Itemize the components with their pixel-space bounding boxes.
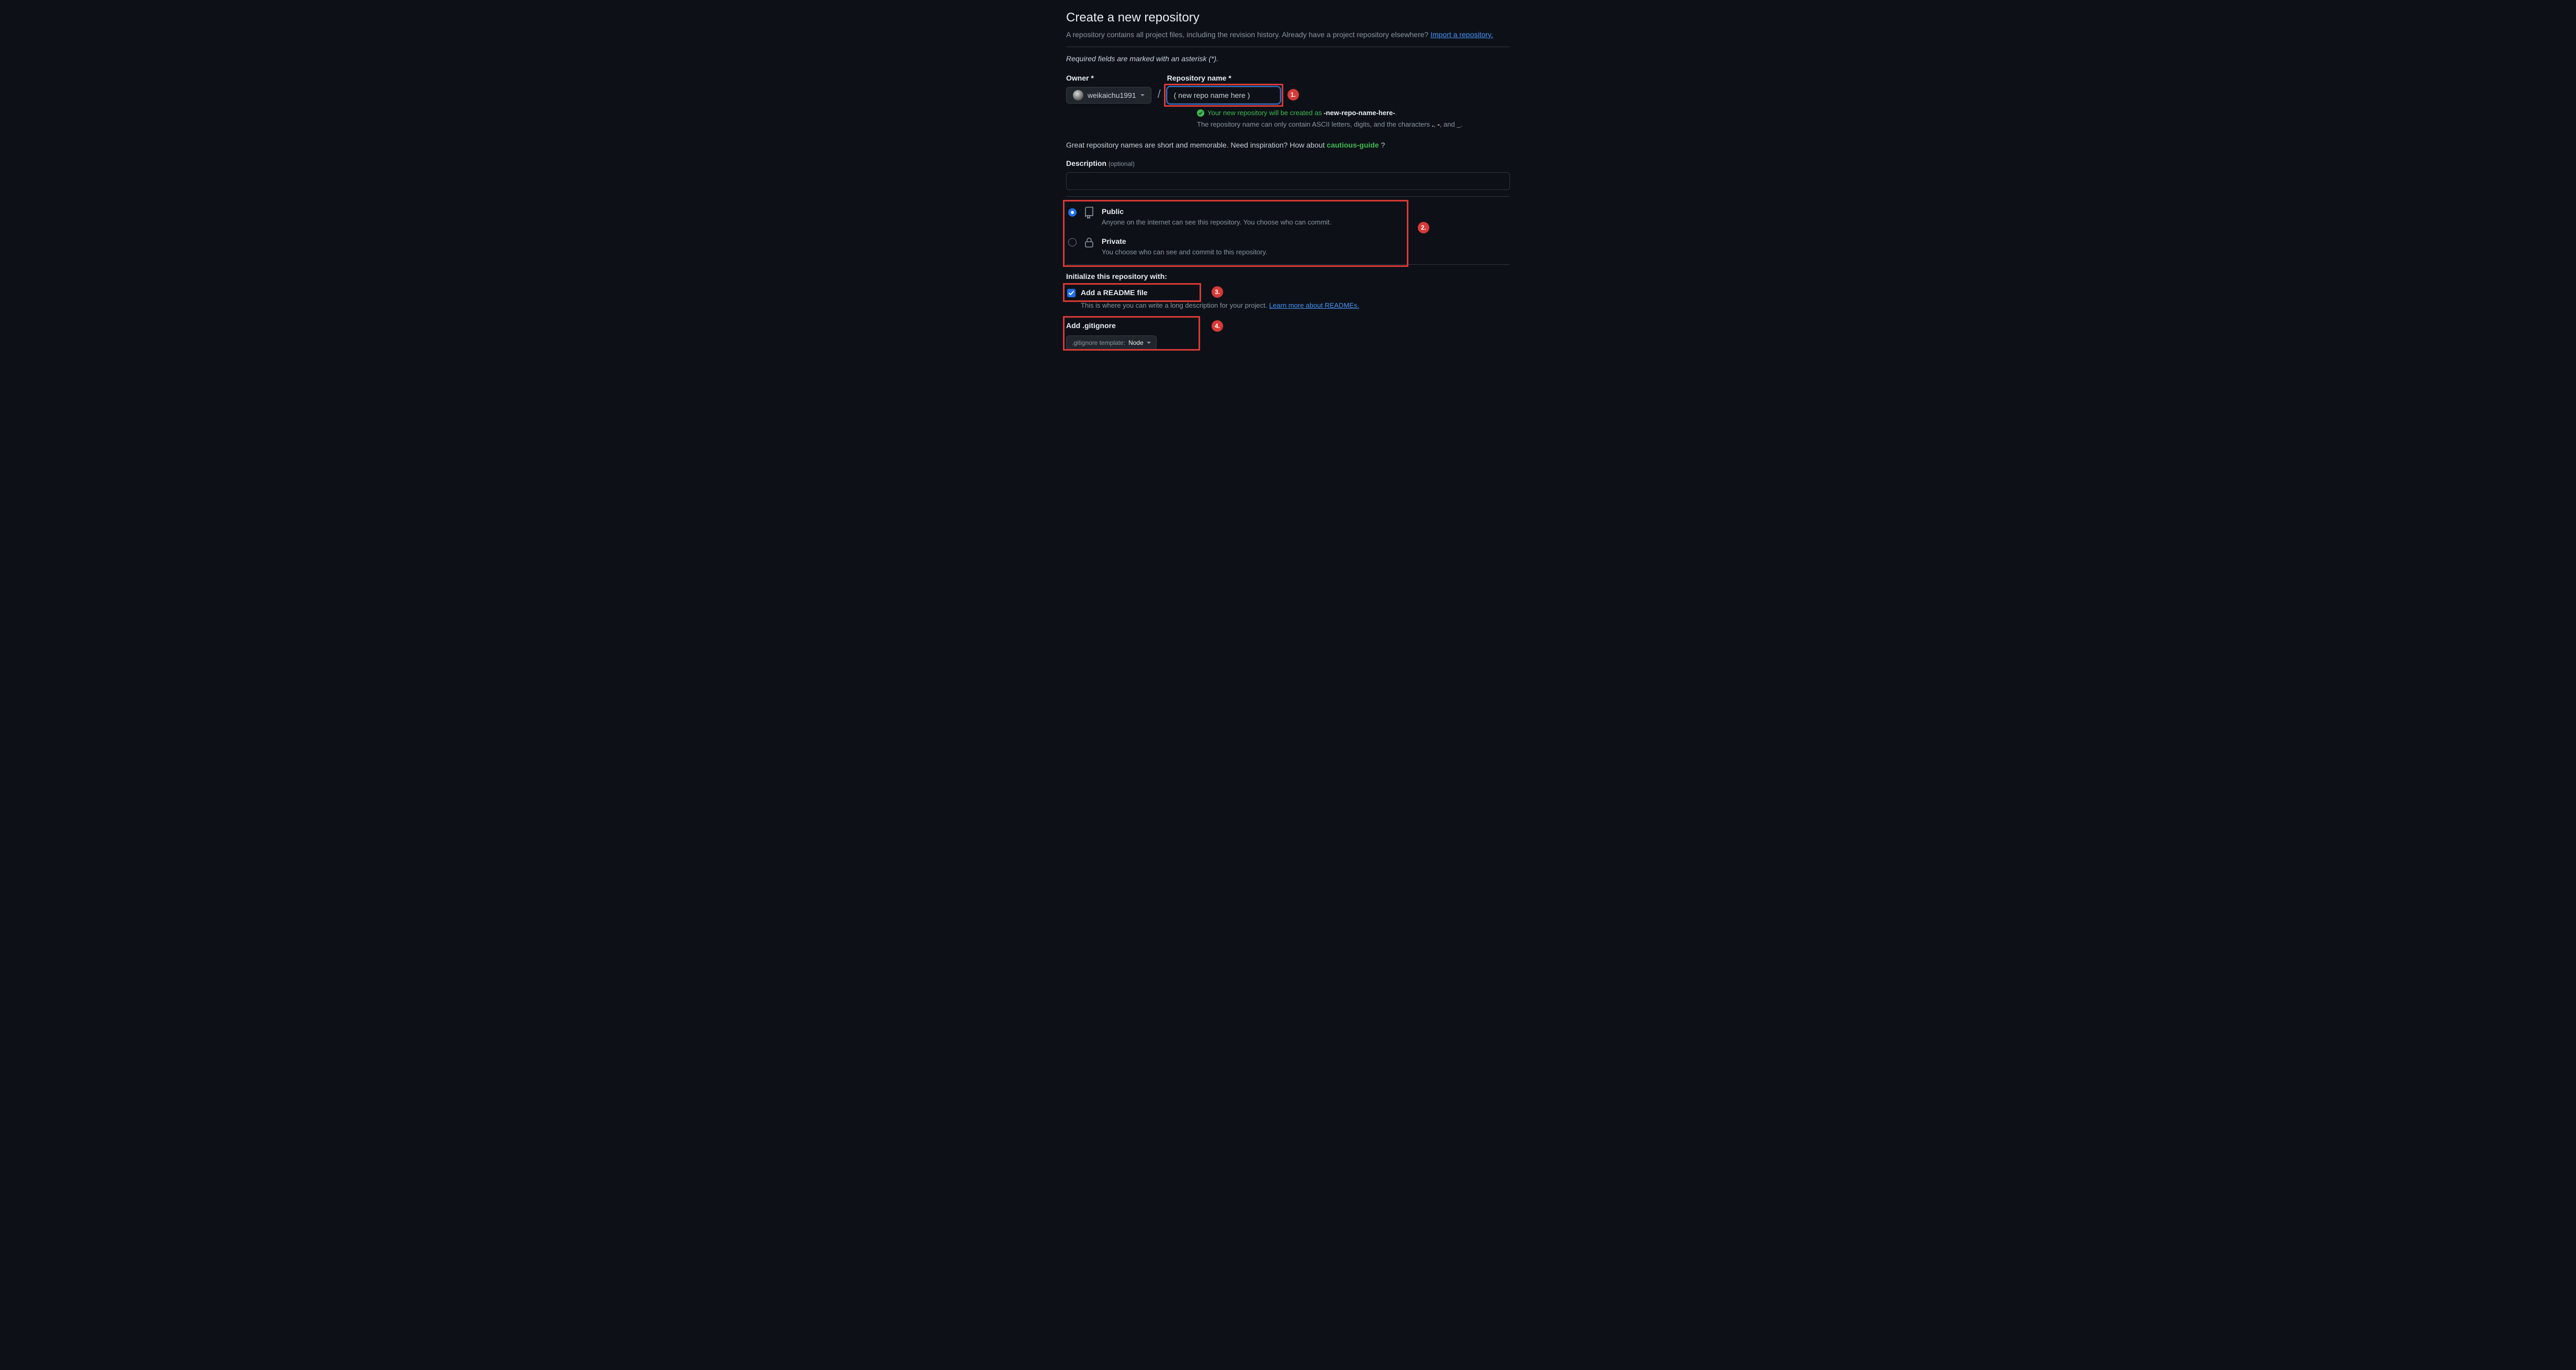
readme-wrap: 3. Add a README file This is where you c… (1066, 287, 1510, 311)
readme-learn-link[interactable]: Learn more about READMEs. (1269, 301, 1359, 309)
divider (1066, 196, 1510, 197)
divider (1066, 264, 1510, 265)
readme-label: Add a README file (1081, 287, 1148, 298)
repo-name-input[interactable] (1167, 87, 1280, 104)
visibility-private-title: Private (1102, 236, 1268, 247)
repo-name-valid-msg: Your new repository will be created as -… (1197, 108, 1510, 118)
lock-icon (1083, 236, 1095, 249)
required-fields-note: Required fields are marked with an aster… (1066, 53, 1510, 64)
subhead-text: A repository contains all project files,… (1066, 30, 1430, 39)
callout-badge-3: 3. (1212, 286, 1223, 298)
repo-icon (1083, 206, 1095, 219)
gitignore-template-prefix: .gitignore template: (1072, 338, 1125, 347)
chevron-down-icon (1140, 94, 1145, 96)
repo-name-hint: The repository name can only contain ASC… (1197, 119, 1510, 130)
readme-desc: This is where you can write a long descr… (1081, 300, 1510, 311)
owner-label: Owner * (1066, 73, 1151, 84)
chevron-down-icon (1147, 342, 1151, 344)
description-label: Description (optional) (1066, 158, 1510, 169)
import-repo-link[interactable]: Import a repository. (1430, 30, 1493, 39)
gitignore-wrap: 4. Add .gitignore .gitignore template: N… (1066, 320, 1510, 350)
visibility-public-radio[interactable] (1068, 208, 1077, 217)
owner-repo-separator: / (1158, 85, 1161, 103)
visibility-public-title: Public (1102, 206, 1331, 217)
owner-select[interactable]: weikaichu1991 (1066, 87, 1151, 104)
repo-name-wrap: 1. (1167, 87, 1280, 104)
callout-badge-2: 2. (1418, 222, 1429, 233)
readme-checkbox-row[interactable]: Add a README file (1066, 287, 1510, 298)
callout-badge-1: 1. (1287, 89, 1299, 100)
visibility-private-radio[interactable] (1068, 238, 1077, 246)
callout-badge-4: 4. (1212, 320, 1223, 332)
visibility-block: 2. Public Anyone on the internet can see… (1066, 203, 1510, 262)
subhead: A repository contains all project files,… (1066, 29, 1510, 40)
owner-repo-row: Owner * weikaichu1991 / Repository name … (1066, 73, 1510, 104)
repo-name-validity: Your new repository will be created as -… (1197, 108, 1510, 129)
visibility-private-row[interactable]: Private You choose who can see and commi… (1066, 233, 1510, 263)
gitignore-title: Add .gitignore (1066, 320, 1510, 331)
initialize-label: Initialize this repository with: (1066, 271, 1510, 282)
page-title: Create a new repository (1066, 8, 1510, 27)
visibility-private-desc: You choose who can see and commit to thi… (1102, 247, 1268, 257)
avatar (1073, 90, 1083, 100)
repo-name-suggestion[interactable]: cautious-guide (1327, 141, 1379, 149)
check-circle-icon (1197, 109, 1204, 117)
visibility-public-row[interactable]: Public Anyone on the internet can see th… (1066, 203, 1510, 233)
repo-name-label: Repository name * (1167, 73, 1280, 84)
description-input[interactable] (1066, 172, 1510, 190)
gitignore-template-value: Node (1128, 338, 1144, 347)
visibility-public-desc: Anyone on the internet can see this repo… (1102, 217, 1331, 228)
repo-name-inspiration: Great repository names are short and mem… (1066, 140, 1510, 151)
owner-username: weikaichu1991 (1088, 90, 1136, 101)
gitignore-template-select[interactable]: .gitignore template: Node (1066, 335, 1157, 350)
readme-checkbox[interactable] (1067, 289, 1076, 297)
